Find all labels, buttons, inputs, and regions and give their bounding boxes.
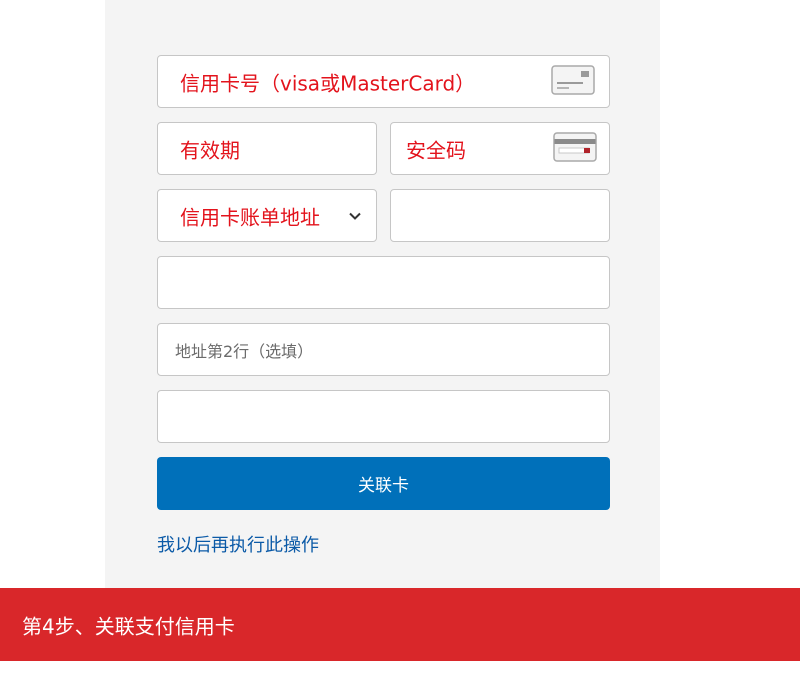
do-later-link[interactable]: 我以后再执行此操作 (157, 531, 319, 557)
link-card-button[interactable]: 关联卡 (157, 457, 610, 510)
address-line1-field[interactable] (157, 256, 610, 309)
card-number-field[interactable]: 信用卡号（visa或MasterCard） (157, 55, 610, 108)
address-line2-field[interactable]: 地址第2行（选填） (157, 323, 610, 376)
chevron-down-icon (348, 206, 362, 225)
card-number-label: 信用卡号（visa或MasterCard） (180, 71, 476, 95)
address-line2-placeholder: 地址第2行（选填） (175, 341, 314, 361)
billing-address-detail-field[interactable] (390, 189, 610, 242)
billing-address-label: 信用卡账单地址 (180, 205, 320, 229)
billing-address-select[interactable]: 信用卡账单地址 (157, 189, 377, 242)
credit-card-front-icon (551, 64, 595, 99)
address-extra-field[interactable] (157, 390, 610, 443)
step-banner-text: 第4步、关联支付信用卡 (22, 614, 235, 638)
security-code-label: 安全码 (406, 138, 466, 162)
credit-card-back-icon (553, 131, 597, 166)
step-banner: 第4步、关联支付信用卡 (0, 588, 800, 661)
expiry-field[interactable]: 有效期 (157, 122, 377, 175)
expiry-label: 有效期 (180, 138, 240, 162)
security-code-field[interactable]: 安全码 (390, 122, 610, 175)
